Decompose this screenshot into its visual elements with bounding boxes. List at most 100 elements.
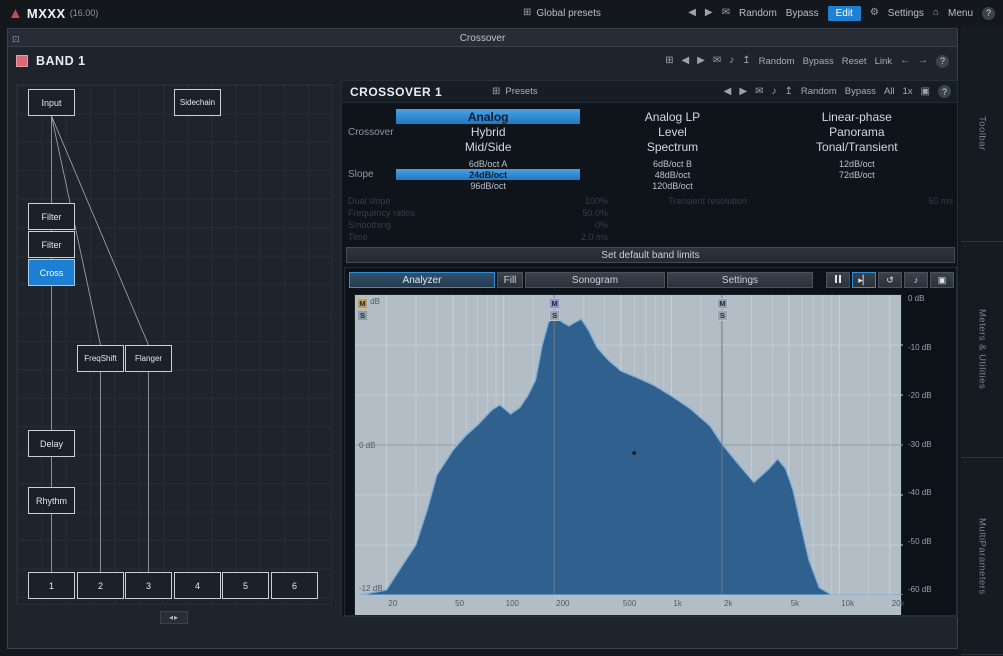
morph-note-icon[interactable]: ♪ [729, 56, 734, 66]
routing-graph[interactable]: Input Sidechain Filter Filter Cross Freq… [16, 84, 332, 605]
side-tab-multiparameters[interactable]: MultiParameters [961, 458, 1003, 655]
type-option-tonal-transient[interactable]: Tonal/Transient [765, 140, 949, 155]
settings-button[interactable]: Settings [888, 8, 924, 19]
tab-settings[interactable]: Settings [667, 272, 813, 288]
set-default-band-limits-button[interactable]: Set default band limits [346, 247, 955, 263]
detach-icon[interactable]: ▣ [921, 87, 930, 97]
save-preset-icon[interactable]: ✉ [722, 8, 730, 18]
type-option-analog-lp[interactable]: Analog LP [580, 109, 764, 124]
grid-icon[interactable]: ⊞ [665, 56, 673, 66]
menu-button[interactable]: Menu [948, 8, 973, 19]
export-icon[interactable]: ↥ [784, 87, 792, 97]
node-rhythm[interactable]: Rhythm [28, 487, 75, 514]
save-icon[interactable]: ✉ [755, 87, 763, 97]
random-button[interactable]: Random [739, 8, 777, 19]
node-filter-2[interactable]: Filter [28, 231, 75, 258]
edit-button[interactable]: Edit [828, 6, 861, 21]
ms-marker-handle[interactable]: MS [549, 298, 560, 322]
spectrum-plot[interactable]: 12 dB 0 dB -12 dB 20501002005001k2k5k10k… [354, 294, 902, 616]
node-sidechain[interactable]: Sidechain [174, 89, 221, 116]
node-flanger[interactable]: Flanger [125, 345, 172, 372]
xo-random-button[interactable]: Random [801, 86, 837, 97]
disabled-param-row: Dual slope 100% Transient resolution 50 … [348, 195, 953, 207]
type-option-mid-side[interactable]: Mid/Side [396, 140, 580, 155]
node-input[interactable]: Input [28, 89, 75, 116]
pause-button[interactable] [826, 272, 850, 288]
output-5[interactable]: 5 [222, 572, 269, 599]
home-icon[interactable]: ⌂ [933, 8, 939, 18]
type-option-level[interactable]: Level [580, 124, 764, 139]
save-icon[interactable]: ✉ [713, 56, 721, 66]
type-option-hybrid[interactable]: Hybrid [396, 124, 580, 139]
prev-arrow-icon[interactable]: ◀ [681, 56, 689, 66]
prev-arrow-icon[interactable]: ◀ [724, 87, 732, 97]
output-2[interactable]: 2 [77, 572, 124, 599]
type-option-spectrum[interactable]: Spectrum [580, 140, 764, 155]
help-icon[interactable]: ? [982, 7, 995, 20]
sample-button[interactable]: ♪ [904, 272, 928, 288]
side-handle[interactable]: S [717, 310, 728, 321]
ms-marker-handle[interactable]: MS [717, 298, 728, 322]
next-arrow-icon[interactable]: ▶ [739, 87, 747, 97]
panel-resize-handle[interactable]: ◂▸ [160, 611, 188, 624]
next-arrow-icon[interactable]: ▶ [697, 56, 705, 66]
output-6[interactable]: 6 [271, 572, 318, 599]
crossover-section-bar[interactable]: ⊡ Crossover [8, 30, 957, 47]
export-icon[interactable]: ↥ [742, 56, 750, 66]
xo-help-icon[interactable]: ? [938, 85, 951, 98]
slope-option-96[interactable]: 96dB/oct [396, 180, 580, 191]
slope-option-24[interactable]: 24dB/oct [396, 169, 580, 180]
output-3[interactable]: 3 [125, 572, 172, 599]
xo-bypass-button[interactable]: Bypass [845, 86, 876, 97]
node-delay[interactable]: Delay [28, 430, 75, 457]
slope-option-6a[interactable]: 6dB/oct A [396, 158, 580, 169]
ms-marker-handle[interactable]: MS [357, 298, 368, 322]
band-help-icon[interactable]: ? [936, 55, 949, 68]
output-1[interactable]: 1 [28, 572, 75, 599]
mid-handle[interactable]: M [357, 298, 368, 309]
next-preset-icon[interactable]: ▶ [705, 8, 713, 18]
undo-icon[interactable]: ← [900, 56, 910, 66]
type-option-analog[interactable]: Analog [396, 109, 580, 124]
slope-option-48[interactable]: 48dB/oct [580, 169, 764, 180]
presets-button[interactable]: ⊞ Presets [492, 86, 538, 97]
bypass-button[interactable]: Bypass [786, 8, 819, 19]
tab-sonogram[interactable]: Sonogram [525, 272, 665, 288]
side-tab-meters-utilities[interactable]: Meters & Utilities [961, 242, 1003, 458]
gear-icon[interactable]: ⚙ [870, 8, 879, 18]
global-presets-button[interactable]: ⊞ Global presets [523, 0, 601, 26]
slope-option-6b[interactable]: 6dB/oct B [580, 158, 764, 169]
export-analysis-button[interactable]: ▣ [930, 272, 954, 288]
type-option-panorama[interactable]: Panorama [765, 124, 949, 139]
band-color-swatch[interactable] [16, 55, 28, 67]
node-cross[interactable]: Cross [28, 259, 75, 286]
mid-handle[interactable]: M [717, 298, 728, 309]
band-bypass-button[interactable]: Bypass [803, 56, 834, 67]
frequency-scale: 20501002005001k2k5k10k20k [355, 595, 903, 615]
tab-fill[interactable]: Fill [497, 272, 523, 288]
node-freqshift[interactable]: FreqShift [77, 345, 124, 372]
xo-all-button[interactable]: All [884, 86, 895, 97]
xo-speed-button[interactable]: 1x [903, 86, 913, 97]
output-4[interactable]: 4 [174, 572, 221, 599]
spectrum-svg[interactable] [355, 295, 903, 595]
step-button[interactable]: ▸▏ [852, 272, 876, 288]
slope-option-120[interactable]: 120dB/oct [580, 180, 764, 191]
slope-option-72[interactable]: 72dB/oct [765, 169, 949, 180]
side-tab-toolbar[interactable]: Toolbar [961, 26, 1003, 242]
morph-note-icon[interactable]: ♪ [771, 87, 776, 97]
type-option-linear-phase[interactable]: Linear-phase [765, 109, 949, 124]
side-handle[interactable]: S [549, 310, 560, 321]
prev-preset-icon[interactable]: ◀ [688, 8, 696, 18]
band-reset-button[interactable]: Reset [842, 56, 867, 67]
band-random-button[interactable]: Random [759, 56, 795, 67]
redo-icon[interactable]: → [918, 56, 928, 66]
side-handle[interactable]: S [357, 310, 368, 321]
reset-analysis-button[interactable]: ↺ [878, 272, 902, 288]
mid-handle[interactable]: M [549, 298, 560, 309]
tab-analyzer[interactable]: Analyzer [349, 272, 495, 288]
node-filter-1[interactable]: Filter [28, 203, 75, 230]
collapse-icon[interactable]: ⊡ [12, 34, 20, 45]
band-link-button[interactable]: Link [875, 56, 892, 67]
slope-option-12[interactable]: 12dB/oct [765, 158, 949, 169]
